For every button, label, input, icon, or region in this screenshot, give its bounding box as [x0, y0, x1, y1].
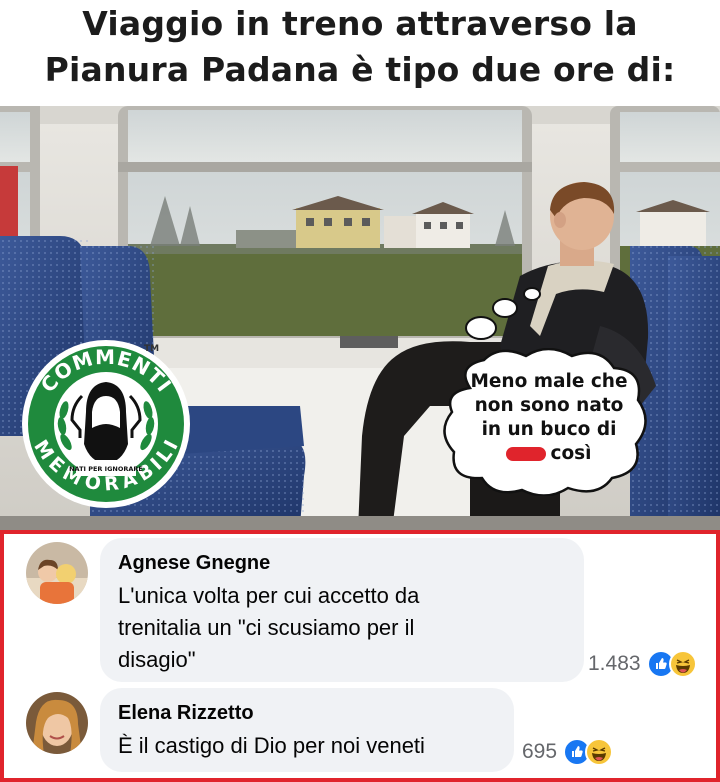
haha-icon [585, 738, 614, 766]
comment-item: Elena Rizzetto È il castigo di Dio per n… [4, 686, 716, 782]
comment-text-line: trenitalia un "ci scusiamo per il [118, 615, 415, 640]
reaction-count: 1.483 [588, 652, 641, 675]
thought-line-4: così [458, 442, 640, 466]
thought-line-1: Meno male che [470, 371, 628, 392]
comment-text: L'unica volta per cui accetto da trenita… [118, 580, 578, 676]
thought-line-2: non sono nato [474, 395, 624, 416]
thought-text: Meno male che non sono nato in un buco d… [458, 370, 640, 466]
comment-author[interactable]: Elena Rizzetto [118, 702, 254, 725]
comment-text-line: L'unica volta per cui accetto da [118, 583, 420, 608]
haha-icon [668, 650, 697, 678]
meme-title: Viaggio in treno attraverso la Pianura P… [0, 0, 720, 106]
thought-line-3: in un buco di [481, 419, 617, 440]
censor-bar [506, 447, 547, 461]
meme-title-line-2: Pianura Padana è tipo due ore di: [44, 50, 676, 89]
commenti-memorabili-logo: COMMENTI MEMORABILI NATI PER IGNORARE [22, 340, 190, 508]
comment-text: È il castigo di Dio per noi veneti [118, 730, 508, 762]
comment-text-line: È il castigo di Dio per noi veneti [118, 733, 425, 758]
comment-author[interactable]: Agnese Gnegne [118, 552, 270, 575]
comment-text-line: disagio" [118, 647, 196, 672]
reaction-count: 695 [522, 740, 558, 763]
avatar[interactable] [26, 692, 88, 754]
reaction-summary[interactable]: 695 [522, 738, 614, 766]
comments-section: Agnese Gnegne L'unica volta per cui acce… [0, 530, 720, 782]
reaction-summary[interactable]: 1.483 [588, 650, 697, 678]
badge-tm: TM [144, 344, 160, 354]
thought-bubble: Meno male che non sono nato in un buco d… [440, 348, 654, 496]
thought-line-4-suffix: così [550, 443, 592, 464]
avatar[interactable] [26, 542, 88, 604]
badge-small-text: NATI PER IGNORARE [69, 465, 143, 473]
comment-item: Agnese Gnegne L'unica volta per cui acce… [4, 534, 716, 684]
meme-title-line-1: Viaggio in treno attraverso la [82, 4, 638, 43]
